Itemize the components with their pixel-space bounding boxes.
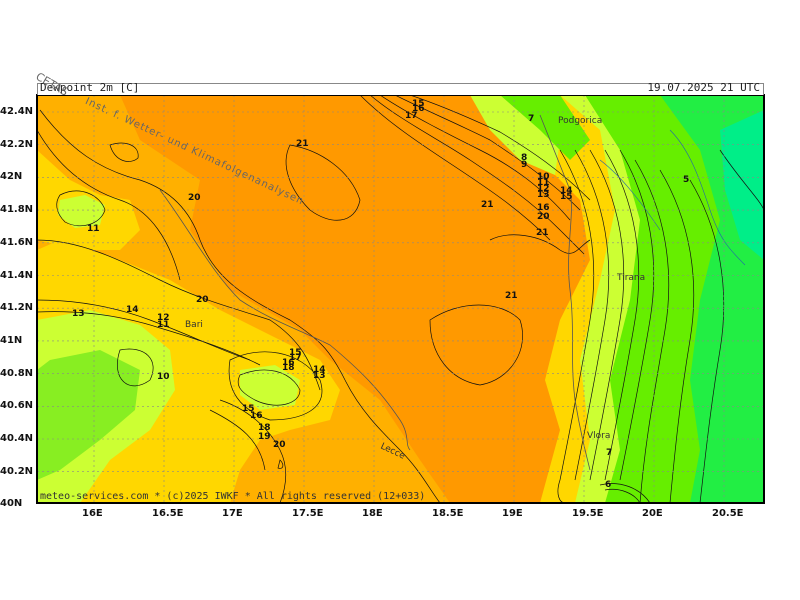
contour-value-label: 7 [528,114,534,124]
contour-value-label: 10 [157,372,170,382]
x-tick-label: 19E [502,508,523,519]
y-tick-label: 40.8N [0,367,34,379]
color-fields [37,95,764,503]
contour-value-label: 15 [560,192,573,202]
y-tick-label: 40N [0,498,23,510]
contour-value-label: 21 [536,228,549,238]
contour-value-label: 20 [196,295,209,305]
y-tick-label: 41N [0,334,23,346]
y-tick-label: 42.4N [0,106,34,117]
x-tick-label: 16.5E [152,508,184,519]
contour-value-label: 6 [605,480,611,490]
y-tick-label: 41.8N [0,204,34,216]
contour-value-label: 16 [282,358,295,368]
x-tick-label: 18E [362,508,383,519]
x-tick-label: 19.5E [572,508,604,519]
y-tick-label: 42N [0,171,23,183]
copyright-footer: meteo-services.com * (c)2025 IWKF * All … [40,491,426,502]
city-label: Tirana [616,273,645,283]
contour-value-label: 9 [521,160,527,170]
contour-value-label: 21 [505,291,518,301]
contour-value-label: 13 [72,309,85,319]
x-tick-label: 16E [82,508,103,519]
city-label: Bari [185,320,203,330]
contour-value-label: 21 [296,139,309,149]
x-tick-label: 17.5E [292,508,324,519]
y-tick-label: 40.4N [0,433,34,444]
contour-value-label: 20 [188,193,201,203]
contour-value-label: 13 [537,190,550,200]
y-tick-label: 41.2N [0,302,34,314]
contour-value-label: 14 [126,305,139,315]
x-tick-label: 17E [222,508,243,519]
y-tick-label: 40.6N [0,400,34,412]
y-tick-label: 42.2N [0,138,34,150]
contour-value-label: 11 [157,320,170,330]
contour-value-label: 13 [313,371,326,381]
contour-value-label: 20 [273,440,286,450]
contour-value-label: 21 [481,200,494,210]
city-label: Vlora [587,431,610,441]
contour-value-label: 20 [537,212,550,222]
x-tick-label: 20.5E [712,508,744,519]
y-tick-label: 41.4N [0,269,34,281]
contour-value-label: 7 [606,448,612,458]
contour-value-label: 5 [683,175,689,185]
y-tick-label: 40.2N [0,465,34,477]
contour-value-label: 11 [87,224,100,234]
contour-value-label: 19 [258,432,271,442]
contour-value-label: 17 [405,111,418,121]
x-tick-label: 18.5E [432,508,464,519]
x-tick-label: 20E [642,508,663,519]
city-label: Podgorica [558,116,602,126]
map-timestamp: 19.07.2025 21 UTC [647,81,760,94]
contour-value-label: 16 [250,411,263,421]
y-tick-label: 41.6N [0,236,34,248]
